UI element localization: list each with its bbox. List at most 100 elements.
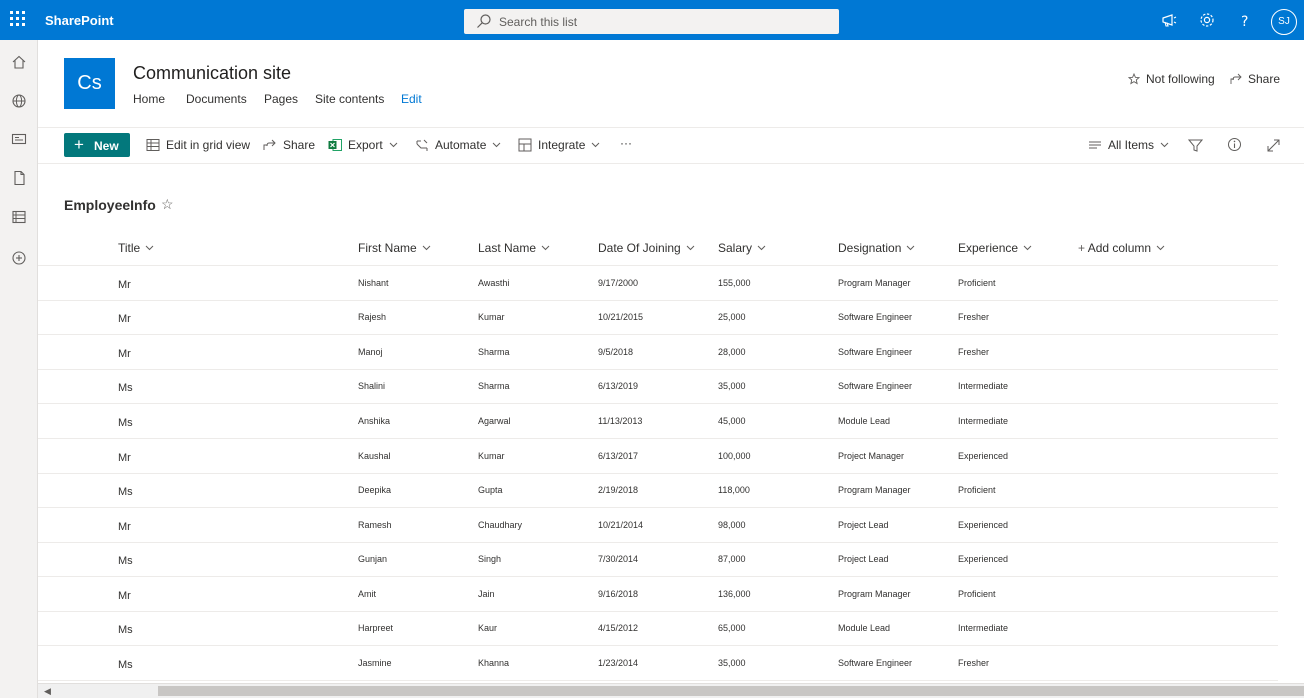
col-last-name-cell: Sharma <box>478 381 510 391</box>
site-title[interactable]: Communication site <box>133 63 291 84</box>
col-date-of-joining-cell: 7/30/2014 <box>598 554 639 564</box>
home-icon[interactable] <box>11 54 27 70</box>
sharepoint-brand-link[interactable]: SharePoint <box>45 13 114 28</box>
col-salary-header[interactable]: Salary <box>718 241 766 255</box>
nav-home[interactable]: Home <box>133 92 165 106</box>
col-title-cell[interactable]: Mr <box>118 452 131 464</box>
col-title-cell[interactable]: Ms <box>118 417 133 429</box>
table-row[interactable]: Mr Manoj Sharma 9/5/2018 28,000 Software Engi… <box>38 335 1278 370</box>
chevron-down-icon <box>145 245 154 251</box>
col-designation-cell: Project Lead <box>838 520 889 530</box>
add-icon: + <box>1078 241 1088 255</box>
col-title-cell[interactable]: Ms <box>118 555 133 567</box>
table-row[interactable]: Ms Shalini Sharma 6/13/2019 35,000 Software E… <box>38 369 1278 404</box>
col-salary-cell: 118,000 <box>718 485 750 495</box>
col-experience-cell: Fresher <box>958 658 990 668</box>
col-last-name-header[interactable]: Last Name <box>478 241 550 255</box>
col-last-name-cell: Awasthi <box>478 278 510 288</box>
gear-icon[interactable] <box>1198 11 1216 29</box>
globe-icon[interactable] <box>11 93 27 109</box>
col-salary-cell: 155,000 <box>718 278 751 288</box>
col-last-name-label: Last Name <box>478 241 537 255</box>
follow-button[interactable]: Not following <box>1128 72 1215 86</box>
list-title: EmployeeInfo <box>64 197 156 213</box>
search-icon <box>477 14 491 28</box>
col-first-name-cell: Manoj <box>358 347 383 357</box>
scroll-left-arrow-icon[interactable]: ◀ <box>44 686 51 697</box>
app-launcher-icon[interactable] <box>10 11 28 29</box>
col-title-cell[interactable]: Ms <box>118 486 133 498</box>
table-row[interactable]: Ms Deepika Gupta 2/19/2018 118,000 Program Ma… <box>38 473 1278 508</box>
table-row[interactable]: Mr Rajesh Kumar 10/21/2015 25,000 Software En… <box>38 300 1278 335</box>
nav-pages[interactable]: Pages <box>264 92 298 106</box>
document-icon[interactable] <box>11 170 27 186</box>
col-last-name-cell: Kumar <box>478 451 505 461</box>
col-date-of-joining-header[interactable]: Date Of Joining <box>598 241 695 255</box>
add-column-header[interactable]: + Add column <box>1078 241 1165 255</box>
table-row[interactable]: Ms Jasmine Khanna 1/23/2014 35,000 Software E… <box>38 646 1278 681</box>
scrollbar-thumb[interactable] <box>158 686 1304 696</box>
col-title-cell[interactable]: Mr <box>118 521 131 533</box>
site-share-button[interactable]: Share <box>1230 72 1280 86</box>
col-title-cell[interactable]: Ms <box>118 624 133 636</box>
table-row[interactable]: Mr Amit Jain 9/16/2018 136,000 Program Manage… <box>38 577 1278 612</box>
create-icon[interactable] <box>11 250 27 266</box>
view-list-icon <box>1089 141 1101 149</box>
site-logo[interactable]: Cs <box>64 58 115 109</box>
suite-bar: SharePoint Search this list ? SJ <box>0 0 1304 40</box>
col-title-cell[interactable]: Ms <box>118 659 133 671</box>
expand-icon[interactable] <box>1266 138 1281 153</box>
export-button[interactable]: Export <box>328 138 398 152</box>
new-button[interactable]: + New <box>64 133 130 157</box>
col-designation-cell: Program Manager <box>838 485 911 495</box>
integrate-button[interactable]: Integrate <box>518 138 600 152</box>
col-title-cell[interactable]: Mr <box>118 313 131 325</box>
col-date-of-joining-cell: 2/19/2018 <box>598 485 639 495</box>
col-last-name-cell: Agarwal <box>478 416 511 426</box>
col-date-of-joining-cell: 10/21/2015 <box>598 312 644 322</box>
col-salary-cell: 65,000 <box>718 623 746 633</box>
plus-icon: + <box>74 135 84 154</box>
nav-site-contents[interactable]: Site contents <box>315 92 384 106</box>
share-button[interactable]: Share <box>263 138 315 152</box>
col-experience-cell: Fresher <box>958 312 990 322</box>
table-row[interactable]: Ms Anshika Agarwal 11/13/2013 45,000 Module L… <box>38 404 1278 439</box>
automate-label: Automate <box>435 138 487 152</box>
col-experience-header[interactable]: Experience <box>958 241 1032 255</box>
info-icon[interactable] <box>1227 137 1242 152</box>
news-icon[interactable] <box>11 131 27 147</box>
table-row[interactable]: Ms Gunjan Singh 7/30/2014 87,000 Project Lead… <box>38 542 1278 577</box>
table-row[interactable]: Ms Harpreet Kaur 4/15/2012 65,000 Module Lead… <box>38 611 1278 646</box>
col-title-cell[interactable]: Mr <box>118 279 131 291</box>
col-title-cell[interactable]: Mr <box>118 590 131 602</box>
horizontal-scrollbar[interactable]: ◀ <box>38 683 1304 698</box>
megaphone-icon[interactable] <box>1160 11 1178 29</box>
col-date-of-joining-cell: 10/21/2014 <box>598 520 644 530</box>
more-options-button[interactable]: ··· <box>620 136 632 150</box>
help-icon[interactable]: ? <box>1236 11 1254 29</box>
col-experience-cell: Intermediate <box>958 381 1009 391</box>
col-first-name-header[interactable]: First Name <box>358 241 431 255</box>
table-row[interactable]: Mr Kaushal Kumar 6/13/2017 100,000 Project Ma… <box>38 439 1278 474</box>
col-title-cell[interactable]: Mr <box>118 348 131 360</box>
search-box[interactable]: Search this list <box>464 9 839 34</box>
col-designation-header[interactable]: Designation <box>838 241 915 255</box>
col-title-header[interactable]: Title <box>118 241 154 255</box>
filter-icon[interactable] <box>1188 138 1203 153</box>
avatar[interactable]: SJ <box>1271 9 1297 35</box>
col-experience-cell: Experienced <box>958 520 1009 530</box>
table-row[interactable]: Mr Ramesh Chaudhary 10/21/2014 98,000 Project… <box>38 508 1278 543</box>
list-icon[interactable] <box>11 209 27 225</box>
col-title-cell[interactable]: Ms <box>118 382 133 394</box>
table-row[interactable]: Mr Nishant Awasthi 9/17/2000 155,000 Program … <box>38 266 1278 301</box>
automate-button[interactable]: Automate <box>415 138 501 152</box>
nav-documents[interactable]: Documents <box>186 92 247 106</box>
col-first-name-cell: Nishant <box>358 278 389 288</box>
view-selector[interactable]: All Items <box>1088 138 1169 152</box>
favorite-star-icon[interactable]: ☆ <box>161 196 174 213</box>
col-designation-cell: Project Manager <box>838 451 905 461</box>
nav-edit-link[interactable]: Edit <box>401 92 422 106</box>
grid-icon <box>146 139 160 151</box>
col-first-name-cell: Gunjan <box>358 554 388 564</box>
edit-grid-view-button[interactable]: Edit in grid view <box>146 138 250 152</box>
